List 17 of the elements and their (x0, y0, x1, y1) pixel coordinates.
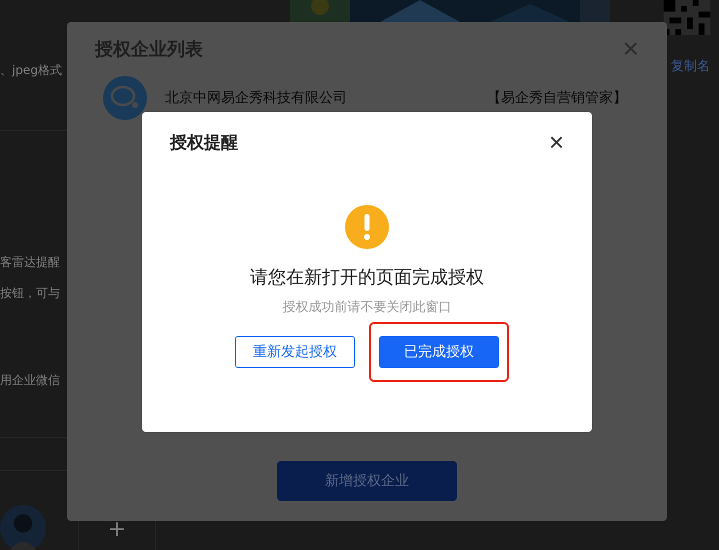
copy-card-link[interactable]: 复制名 (671, 57, 710, 75)
message-text: 请您在新打开的页面完成授权 (250, 266, 484, 289)
page-text: 按钮，可与 (0, 285, 60, 302)
retry-button[interactable]: 重新发起授权 (235, 336, 355, 368)
page-text: 用企业微信 (0, 372, 60, 389)
close-button[interactable]: × (548, 129, 564, 155)
chat-bubble-icon (103, 76, 147, 120)
hint-text: 授权成功前请不要关闭此窗口 (282, 299, 452, 316)
page-text: 客雷达提醒 (0, 254, 60, 271)
avatar-icon (0, 505, 46, 550)
page-text: 、jpeg格式 (0, 62, 62, 79)
warning-icon (345, 205, 389, 249)
complete-button[interactable]: 已完成授权 (379, 336, 499, 368)
add-company-button[interactable]: 新增授权企业 (277, 461, 457, 501)
dialog-title: 授权提醒 (170, 132, 238, 154)
company-name: 北京中网易企秀科技有限公司 (165, 89, 347, 107)
company-tag: 【易企秀自营销管家】 (487, 89, 627, 107)
